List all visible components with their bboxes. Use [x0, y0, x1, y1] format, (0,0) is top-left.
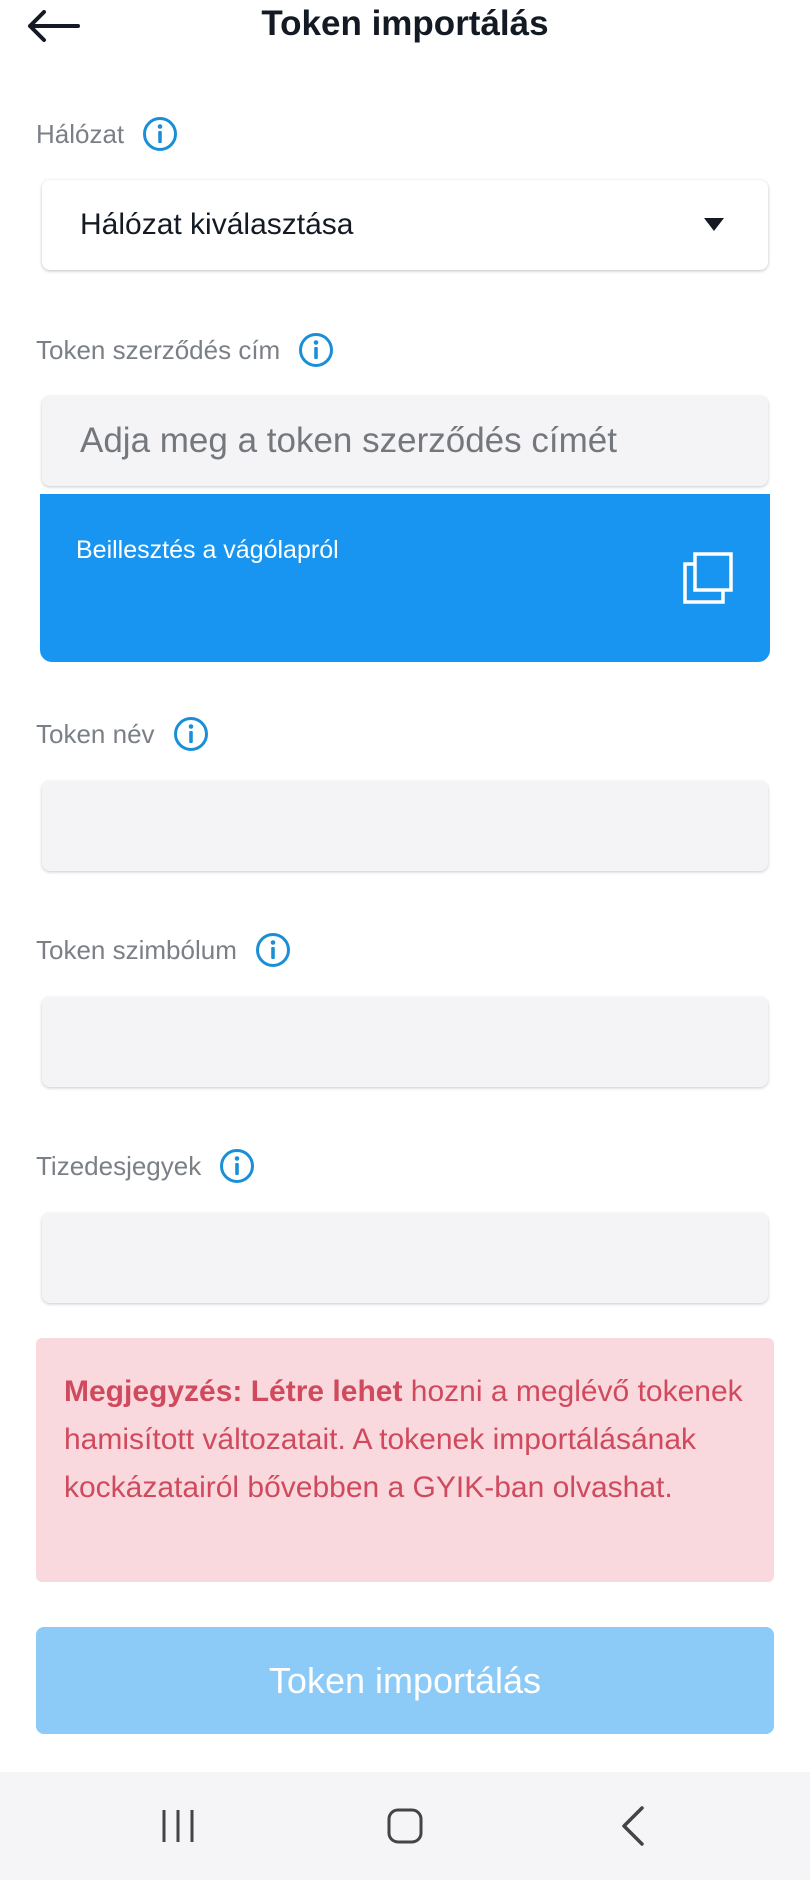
contract-label-row: Token szerződés cím — [36, 332, 334, 368]
recent-apps-button[interactable] — [138, 1796, 218, 1856]
home-button[interactable] — [365, 1796, 445, 1856]
info-icon[interactable] — [142, 116, 178, 152]
home-icon — [387, 1808, 423, 1844]
caret-down-icon — [704, 218, 724, 231]
token-name-label: Token név — [36, 718, 155, 749]
system-navigation-bar — [0, 1772, 810, 1880]
page-title: Token importálás — [261, 4, 549, 43]
decimals-label: Tizedesjegyek — [36, 1150, 202, 1181]
paste-label: Beillesztés a vágólapról — [76, 536, 339, 564]
note-bold-text: Megjegyzés: Létre lehet — [64, 1375, 403, 1408]
token-symbol-input[interactable] — [42, 997, 768, 1087]
copy-icon — [683, 552, 733, 604]
paste-from-clipboard-button[interactable]: Beillesztés a vágólapról — [40, 494, 770, 662]
token-symbol-label: Token szimbólum — [36, 934, 237, 965]
info-icon[interactable] — [219, 1148, 255, 1184]
network-select-value: Hálózat kiválasztása — [80, 208, 354, 241]
recent-apps-icon — [162, 1810, 194, 1842]
back-icon — [622, 1806, 644, 1846]
network-label-row: Hálózat — [36, 116, 178, 152]
decimals-label-row: Tizedesjegyek — [36, 1148, 255, 1184]
contract-label: Token szerződés cím — [36, 334, 281, 365]
network-select[interactable]: Hálózat kiválasztása — [42, 180, 768, 270]
import-button-label: Token importálás — [268, 1659, 542, 1701]
header: Token importálás — [0, 0, 810, 60]
contract-address-input[interactable] — [42, 396, 768, 486]
info-icon[interactable] — [173, 716, 209, 752]
token-symbol-label-row: Token szimbólum — [36, 932, 291, 968]
warning-note: Megjegyzés: Létre lehet hozni a meglévő … — [36, 1338, 774, 1582]
token-name-label-row: Token név — [36, 716, 209, 752]
system-back-button[interactable] — [592, 1796, 672, 1856]
info-icon[interactable] — [255, 932, 291, 968]
token-name-input[interactable] — [42, 781, 768, 871]
decimals-input[interactable] — [42, 1213, 768, 1303]
network-label: Hálózat — [36, 118, 125, 149]
import-token-button[interactable]: Token importálás — [36, 1627, 774, 1734]
info-icon[interactable] — [298, 332, 334, 368]
